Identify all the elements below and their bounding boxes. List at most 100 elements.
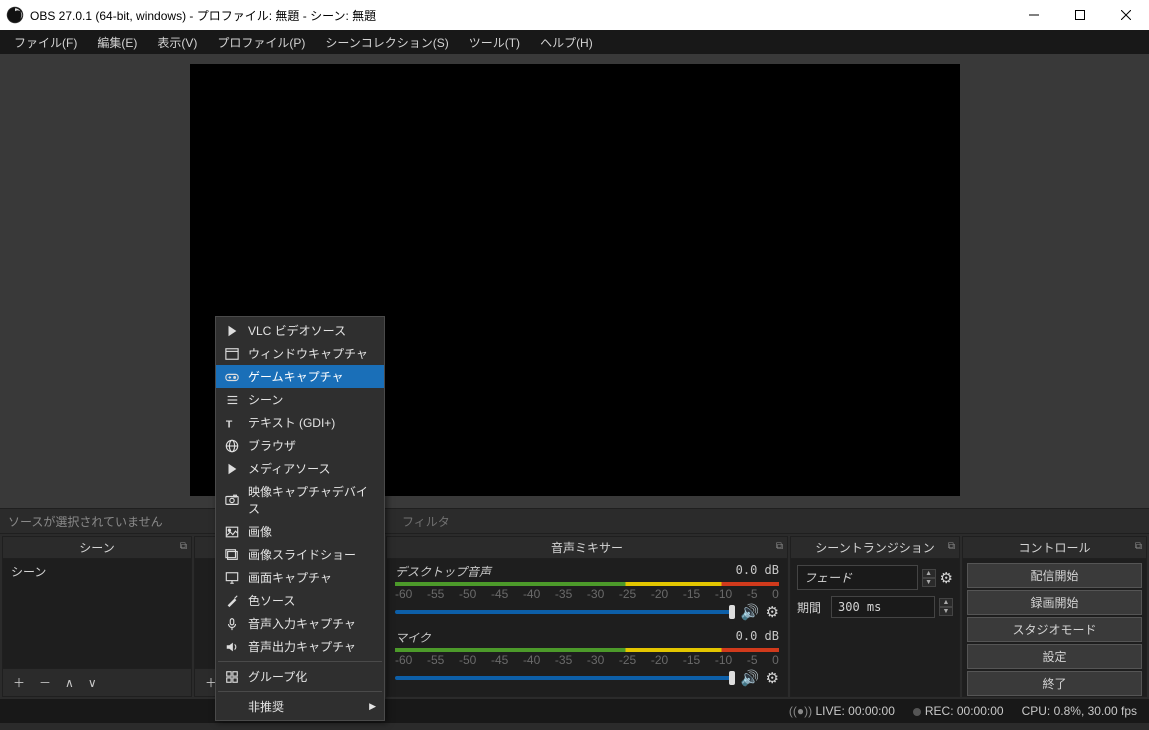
scenes-head[interactable]: シーン ⧉ <box>3 537 191 559</box>
scene-item[interactable]: シーン <box>3 559 191 584</box>
menubar: ファイル(F)編集(E)表示(V)プロファイル(P)シーンコレクション(S)ツー… <box>0 30 1149 54</box>
menu-item[interactable]: 編集(E) <box>87 31 147 54</box>
context-menu-item[interactable]: 非推奨 ▶ <box>216 695 384 718</box>
controls-head[interactable]: コントロール ⧉ <box>963 537 1146 559</box>
status-cpu: CPU: 0.8%, 30.00 fps <box>1022 704 1137 718</box>
preview-area <box>0 54 1149 508</box>
globe-icon <box>224 438 240 454</box>
channel-name: デスクトップ音声 <box>395 563 491 580</box>
control-button[interactable]: 設定 <box>967 644 1142 669</box>
menu-item-label: 画像 <box>248 523 272 540</box>
duration-label: 期間 <box>797 599 827 616</box>
context-menu-item[interactable]: 画面キャプチャ <box>216 566 384 589</box>
context-menu-item[interactable]: 音声出力キャプチャ <box>216 635 384 658</box>
context-menu-item[interactable]: シーン <box>216 388 384 411</box>
popout-icon[interactable]: ⧉ <box>776 541 783 552</box>
context-menu-item[interactable]: グループ化 <box>216 665 384 688</box>
controls-dock: コントロール ⧉ 配信開始録画開始スタジオモード設定終了 <box>962 536 1147 697</box>
duration-spin[interactable]: ▲▼ <box>939 598 953 616</box>
menu-item-label: メディアソース <box>248 460 331 477</box>
obs-logo-icon <box>6 6 24 24</box>
minimize-button[interactable] <box>1011 0 1057 30</box>
transitions-head[interactable]: シーントランジション ⧉ <box>791 537 959 559</box>
context-menu-item[interactable]: ウィンドウキャプチャ <box>216 342 384 365</box>
controls-title: コントロール <box>1018 539 1090 556</box>
submenu-arrow-icon: ▶ <box>369 701 376 712</box>
mixer-body: デスクトップ音声0.0 dB -60-55-50-45-40-35-30-25-… <box>387 559 787 696</box>
move-down-button[interactable]: ∨ <box>88 677 97 689</box>
filter-label[interactable]: フィルタ <box>390 513 450 530</box>
popout-icon[interactable]: ⧉ <box>948 541 955 552</box>
source-toolbar: ソースが選択されていません フィルタ <box>0 508 1149 534</box>
scenes-dock: シーン ⧉ シーン ＋ － ∧ ∨ <box>2 536 192 697</box>
list-icon <box>224 392 240 408</box>
menu-item[interactable]: 表示(V) <box>147 31 207 54</box>
context-menu-item[interactable]: Tテキスト (GDI+) <box>216 411 384 434</box>
status-rec: REC: 00:00:00 <box>913 704 1004 718</box>
monitor-icon <box>224 570 240 586</box>
menu-item-label: シーン <box>248 391 283 408</box>
channel-props-button[interactable]: ⚙ <box>766 603 779 621</box>
remove-scene-button[interactable]: － <box>39 677 51 689</box>
menu-item[interactable]: ファイル(F) <box>4 31 87 54</box>
play-icon <box>224 323 240 339</box>
add-source-context-menu[interactable]: VLC ビデオソースウィンドウキャプチャゲームキャプチャシーン Tテキスト (GD… <box>215 316 385 721</box>
channel-name: マイク <box>395 629 431 646</box>
menu-item[interactable]: ヘルプ(H) <box>530 31 603 54</box>
volume-meter <box>395 648 779 652</box>
context-menu-item[interactable]: ゲームキャプチャ <box>216 365 384 388</box>
menu-item[interactable]: シーンコレクション(S) <box>315 31 458 54</box>
transition-props-button[interactable]: ⚙ <box>940 569 953 587</box>
play-icon <box>224 461 240 477</box>
maximize-button[interactable] <box>1057 0 1103 30</box>
channel-props-button[interactable]: ⚙ <box>766 669 779 687</box>
titlebar: OBS 27.0.1 (64-bit, windows) - プロファイル: 無… <box>0 0 1149 30</box>
channel-db: 0.0 dB <box>736 629 779 646</box>
menu-item-label: VLC ビデオソース <box>248 322 346 339</box>
add-scene-button[interactable]: ＋ <box>13 677 25 689</box>
context-menu-item[interactable]: 映像キャプチャデバイス <box>216 480 384 520</box>
mixer-head[interactable]: 音声ミキサー ⧉ <box>387 537 787 559</box>
transitions-title: シーントランジション <box>815 539 934 556</box>
transitions-body: フェード ▲▼ ⚙ 期間 300 ms ▲▼ <box>791 559 959 696</box>
context-menu-item[interactable]: メディアソース <box>216 457 384 480</box>
mute-button[interactable]: 🔊 <box>741 603 760 621</box>
menu-item[interactable]: ツール(T) <box>459 31 530 54</box>
transition-spin[interactable]: ▲▼ <box>922 569 936 587</box>
menu-item-label: ブラウザ <box>248 437 296 454</box>
transition-select[interactable]: フェード <box>797 565 918 590</box>
menu-item-label: 非推奨 <box>248 698 284 715</box>
context-menu-item[interactable]: ブラウザ <box>216 434 384 457</box>
control-button[interactable]: スタジオモード <box>967 617 1142 642</box>
popout-icon[interactable]: ⧉ <box>1135 541 1142 552</box>
context-menu-item[interactable]: 音声入力キャプチャ <box>216 612 384 635</box>
menu-item-label: 映像キャプチャデバイス <box>248 483 376 517</box>
volume-meter <box>395 582 779 586</box>
menu-item-label: 画面キャプチャ <box>248 569 332 586</box>
context-menu-item[interactable]: 画像 <box>216 520 384 543</box>
control-button[interactable]: 終了 <box>967 671 1142 696</box>
duration-input[interactable]: 300 ms <box>831 596 935 618</box>
popout-icon[interactable]: ⧉ <box>180 541 187 552</box>
volume-slider[interactable] <box>395 676 735 680</box>
context-menu-item[interactable]: 色ソース <box>216 589 384 612</box>
control-button[interactable]: 配信開始 <box>967 563 1142 588</box>
controls-body: 配信開始録画開始スタジオモード設定終了 <box>963 559 1146 696</box>
menu-separator <box>218 661 382 662</box>
speaker-out-icon <box>224 639 240 655</box>
mute-button[interactable]: 🔊 <box>741 669 760 687</box>
window-icon <box>224 346 240 362</box>
channel-db: 0.0 dB <box>736 563 779 580</box>
close-button[interactable] <box>1103 0 1149 30</box>
move-up-button[interactable]: ∧ <box>65 677 74 689</box>
scenes-list[interactable]: シーン <box>3 559 191 668</box>
menu-item[interactable]: プロファイル(P) <box>207 31 315 54</box>
mic-in-icon <box>224 616 240 632</box>
volume-slider[interactable] <box>395 610 735 614</box>
control-button[interactable]: 録画開始 <box>967 590 1142 615</box>
menu-item-label: 画像スライドショー <box>248 546 356 563</box>
context-menu-item[interactable]: 画像スライドショー <box>216 543 384 566</box>
slideshow-icon <box>224 547 240 563</box>
mixer-dock: 音声ミキサー ⧉ デスクトップ音声0.0 dB -60-55-50-45-40-… <box>386 536 788 697</box>
context-menu-item[interactable]: VLC ビデオソース <box>216 319 384 342</box>
